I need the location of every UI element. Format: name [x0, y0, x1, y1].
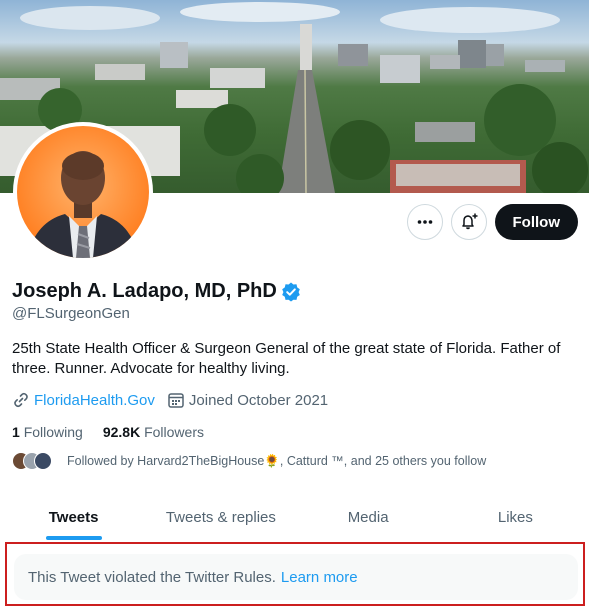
joined-date: Joined October 2021 [188, 391, 329, 409]
more-icon [417, 220, 432, 224]
website-item: FloridaHealth.Gov [12, 391, 155, 409]
tab-tweets[interactable]: Tweets [0, 494, 147, 540]
website-link[interactable]: FloridaHealth.Gov [34, 392, 155, 409]
profile-handle: @FLSurgeonGen [12, 305, 130, 322]
avatar[interactable] [13, 122, 153, 262]
following-stat[interactable]: 1 Following [12, 424, 83, 440]
following-count: 1 [12, 424, 20, 440]
verified-badge-icon[interactable] [281, 282, 301, 302]
joined-item: Joined October 2021 [167, 391, 328, 409]
avatar-image [17, 126, 149, 258]
tab-media[interactable]: Media [295, 494, 442, 540]
followed-by-text: Followed by Harvard2TheBigHouse🌻, Cattur… [67, 453, 487, 468]
tab-tweets-replies[interactable]: Tweets & replies [147, 494, 294, 540]
notice-text: This Tweet violated the Twitter Rules. [28, 568, 276, 586]
learn-more-link[interactable]: Learn more [281, 569, 358, 586]
calendar-icon [168, 393, 184, 408]
display-name: Joseph A. Ladapo, MD, PhD [12, 280, 277, 302]
followed-by[interactable]: Followed by Harvard2TheBigHouse🌻, Cattur… [12, 452, 486, 470]
followers-count: 92.8K [102, 424, 141, 440]
followers-stat[interactable]: 92.8K Followers [103, 424, 204, 440]
follower-avatars [12, 452, 52, 470]
tab-likes[interactable]: Likes [442, 494, 589, 540]
follow-button[interactable]: Follow [494, 204, 578, 240]
more-button[interactable] [406, 204, 443, 240]
profile-meta: FloridaHealth.Gov Joined October 2021 [12, 391, 340, 409]
notify-button[interactable] [450, 204, 487, 240]
profile-actions: Follow [406, 204, 578, 240]
profile-tabs: Tweets Tweets & replies Media Likes [0, 494, 589, 540]
follower-avatar [34, 452, 52, 470]
profile-stats: 1 Following 92.8K Followers [12, 424, 224, 440]
tweet-violation-notice: This Tweet violated the Twitter Rules. L… [14, 554, 578, 600]
bell-plus-icon [461, 213, 477, 230]
link-icon [14, 392, 28, 408]
followers-label: Followers [144, 424, 204, 440]
following-label: Following [23, 424, 83, 440]
profile-bio: 25th State Health Officer & Surgeon Gene… [12, 340, 561, 377]
profile-name-row: Joseph A. Ladapo, MD, PhD [12, 280, 301, 303]
